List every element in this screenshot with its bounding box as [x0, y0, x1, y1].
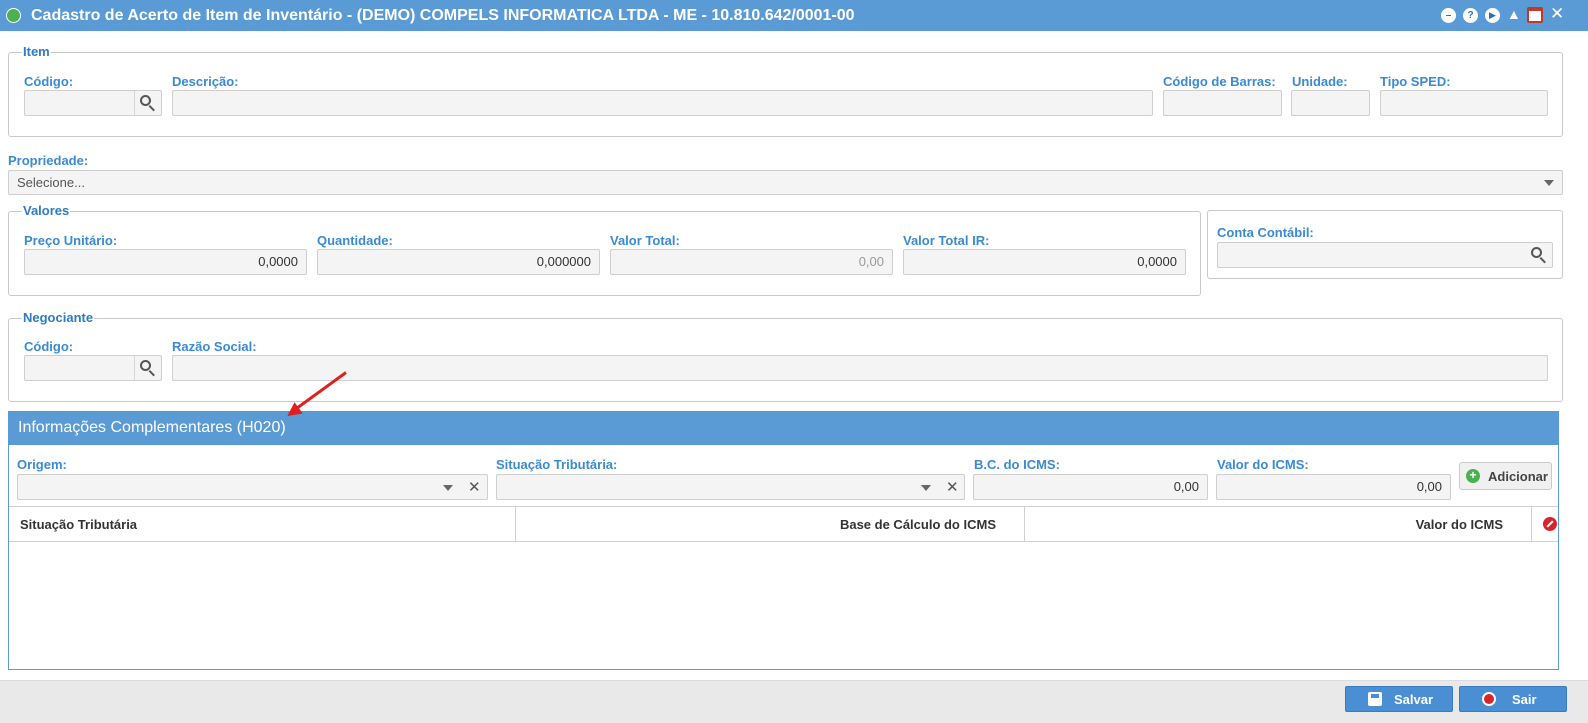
chevron-down-icon[interactable] — [1544, 180, 1554, 186]
calendar-icon[interactable] — [1527, 7, 1543, 23]
valor-total-input: 0,00 — [610, 249, 893, 275]
chevron-down-icon[interactable] — [443, 485, 453, 491]
bc-icms-input[interactable]: 0,00 — [973, 474, 1208, 500]
search-icon[interactable] — [1530, 246, 1548, 264]
razao-social-input[interactable] — [172, 355, 1548, 381]
item-codigo-label: Código: — [24, 74, 74, 89]
item-descricao-label: Descrição: — [172, 74, 239, 89]
h020-grid-body — [9, 542, 1558, 669]
play-icon[interactable]: ▶ — [1485, 8, 1500, 23]
origem-label: Origem: — [17, 457, 67, 472]
propriedade-label: Propriedade: — [8, 153, 89, 168]
exit-button[interactable]: Sair — [1459, 686, 1567, 712]
app-icon — [6, 8, 21, 23]
exit-icon — [1482, 692, 1496, 706]
save-button[interactable]: Salvar — [1345, 686, 1453, 712]
bell-icon[interactable]: ▲ — [1507, 6, 1521, 22]
razao-social-label: Razão Social: — [172, 339, 257, 354]
exit-button-label: Sair — [1512, 692, 1537, 707]
window-title: Cadastro de Acerto de Item de Inventário… — [31, 7, 855, 24]
valor-total-ir-label: Valor Total IR: — [903, 233, 990, 248]
item-unidade-label: Unidade: — [1292, 74, 1348, 89]
situacao-tributaria-select[interactable] — [496, 474, 965, 500]
add-button[interactable]: + Adicionar — [1459, 462, 1552, 490]
propriedade-placeholder: Selecione... — [17, 175, 85, 190]
help-icon[interactable]: ? — [1463, 8, 1478, 23]
item-tipo-sped-label: Tipo SPED: — [1380, 74, 1451, 89]
h020-panel-title: Informações Complementares (H020) — [8, 411, 1559, 445]
window-titlebar: Cadastro de Acerto de Item de Inventário… — [0, 0, 1588, 31]
clear-icon[interactable]: ✕ — [946, 480, 959, 495]
origem-select[interactable] — [17, 474, 488, 500]
situacao-tributaria-label: Situação Tributária: — [496, 457, 618, 472]
search-icon[interactable] — [139, 94, 157, 112]
column-header[interactable]: Base de Cálculo do ICMS — [516, 507, 1025, 542]
clear-icon[interactable]: ✕ — [468, 480, 481, 495]
valor-total-ir-input[interactable]: 0,0000 — [903, 249, 1186, 275]
column-header[interactable]: Valor do ICMS — [1025, 507, 1532, 542]
preco-unitario-input[interactable]: 0,0000 — [24, 249, 307, 275]
quantidade-input[interactable]: 0,000000 — [317, 249, 600, 275]
negociante-codigo-label: Código: — [24, 339, 74, 354]
add-button-label: Adicionar — [1488, 469, 1548, 484]
preco-unitario-label: Preço Unitário: — [24, 233, 118, 248]
floppy-disk-icon — [1368, 692, 1382, 706]
item-legend: Item — [22, 44, 51, 59]
column-header[interactable]: Situação Tributária — [9, 507, 516, 542]
valores-legend: Valores — [22, 203, 71, 218]
conta-contabil-label: Conta Contábil: — [1217, 225, 1314, 240]
bc-icms-label: B.C. do ICMS: — [974, 457, 1060, 472]
close-icon[interactable]: ✕ — [1550, 4, 1564, 24]
conta-contabil-input[interactable] — [1217, 242, 1553, 268]
propriedade-select[interactable]: Selecione... — [8, 170, 1563, 195]
item-unidade-input[interactable] — [1291, 90, 1370, 116]
chevron-down-icon[interactable] — [921, 485, 931, 491]
valor-icms-input[interactable]: 0,00 — [1216, 474, 1451, 500]
add-icon: + — [1466, 469, 1480, 483]
item-tipo-sped-input[interactable] — [1380, 90, 1548, 116]
valor-total-label: Valor Total: — [610, 233, 680, 248]
valor-icms-label: Valor do ICMS: — [1217, 457, 1309, 472]
h020-grid-header: Situação Tributária Base de Cálculo do I… — [9, 506, 1558, 542]
item-descricao-input[interactable] — [172, 90, 1153, 116]
minimize-icon[interactable]: – — [1441, 8, 1456, 23]
item-codigo-barras-label: Código de Barras: — [1163, 74, 1276, 89]
delete-icon[interactable] — [1543, 517, 1557, 531]
item-codigo-barras-input[interactable] — [1163, 90, 1282, 116]
search-icon[interactable] — [139, 359, 157, 377]
quantidade-label: Quantidade: — [317, 233, 393, 248]
negociante-legend: Negociante — [22, 310, 95, 325]
save-button-label: Salvar — [1394, 692, 1434, 707]
